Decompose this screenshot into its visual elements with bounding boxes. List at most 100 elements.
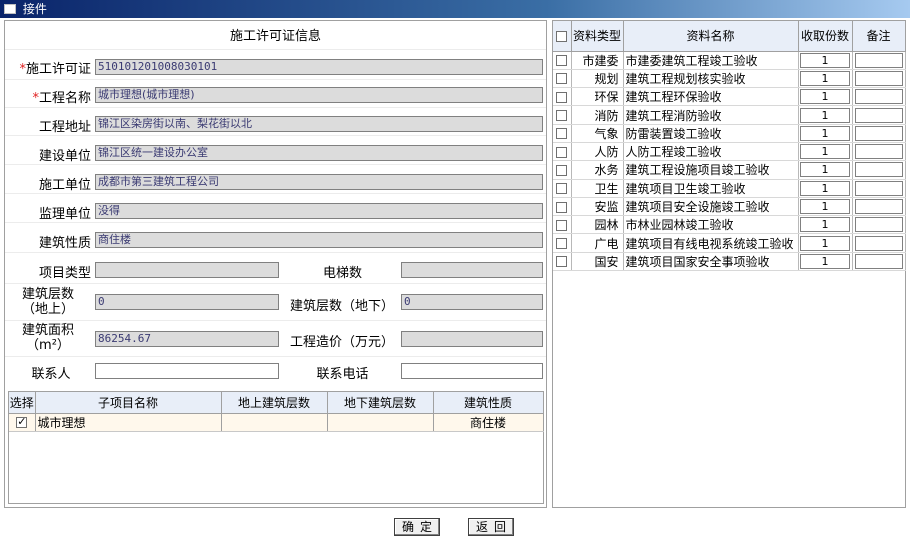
contact-input[interactable]	[95, 363, 279, 379]
row-select-cell[interactable]	[553, 69, 572, 89]
doc-name-cell: 建筑项目有线电视系统竣工验收	[623, 233, 799, 253]
row-select-cell[interactable]	[553, 142, 572, 162]
window-title: 接件	[22, 2, 47, 16]
row-checkbox[interactable]	[16, 415, 28, 428]
row-checkbox[interactable]	[556, 164, 568, 176]
doc-type-cell: 环保	[571, 87, 624, 107]
supervisor-field[interactable]: 没得	[95, 203, 543, 219]
count-input[interactable]: 1	[800, 107, 850, 123]
count-input[interactable]: 1	[800, 70, 850, 86]
col-doc-name: 资料名称	[623, 21, 799, 52]
doc-note-cell	[852, 179, 906, 198]
note-input[interactable]	[854, 162, 903, 178]
select-all-checkbox[interactable]	[556, 30, 568, 42]
table-row[interactable]: 园林 市林业园林竣工验收 1	[553, 215, 906, 235]
window-titlebar: 接件	[0, 0, 910, 18]
phone-input[interactable]	[401, 363, 543, 379]
project-address-label: 工程地址	[38, 120, 91, 135]
row-select-cell[interactable]	[553, 160, 572, 180]
row-checkbox[interactable]	[556, 219, 568, 231]
count-input[interactable]: 1	[800, 89, 850, 105]
row-checkbox[interactable]	[556, 183, 568, 195]
row-select-cell[interactable]	[553, 87, 572, 107]
table-row[interactable]: 城市理想 商住楼	[9, 413, 544, 432]
row-checkbox[interactable]	[556, 238, 568, 250]
note-input[interactable]	[854, 107, 903, 123]
row-checkbox[interactable]	[556, 256, 568, 268]
contact-label: 联系人	[31, 367, 71, 382]
building-nature-field[interactable]: 商住楼	[95, 232, 543, 248]
note-input[interactable]	[854, 199, 903, 215]
count-input[interactable]: 1	[800, 253, 850, 269]
table-row[interactable]: 人防 人防工程竣工验收 1	[553, 142, 906, 162]
area-label: 建筑面积（m²）	[21, 323, 74, 353]
row-select-cell[interactable]	[553, 124, 572, 143]
count-input[interactable]: 1	[800, 162, 850, 178]
row-checkbox[interactable]	[556, 110, 568, 122]
count-input[interactable]: 1	[800, 52, 850, 68]
note-input[interactable]	[854, 217, 903, 233]
row-select-cell[interactable]	[9, 413, 36, 432]
count-input[interactable]: 1	[800, 235, 850, 251]
row-checkbox[interactable]	[556, 201, 568, 213]
col-doc-type: 资料类型	[571, 21, 624, 52]
elevators-field[interactable]	[401, 262, 543, 278]
row-select-cell[interactable]	[553, 252, 572, 272]
row-select-cell[interactable]	[553, 105, 572, 125]
note-input[interactable]	[854, 144, 903, 160]
count-input[interactable]: 1	[800, 217, 850, 233]
count-input[interactable]: 1	[800, 144, 850, 160]
note-input[interactable]	[854, 253, 903, 269]
note-input[interactable]	[854, 125, 903, 141]
table-row[interactable]: 安监 建筑项目安全设施竣工验收 1	[553, 197, 906, 217]
table-row[interactable]: 水务 建筑工程设施项目竣工验收 1	[553, 160, 906, 180]
table-row[interactable]: 规划 建筑工程规划核实验收 1	[553, 69, 906, 89]
area-field[interactable]: 86254.67	[95, 331, 279, 347]
row-select-cell[interactable]	[553, 215, 572, 235]
window-icon	[4, 4, 16, 14]
row-select-cell[interactable]	[553, 179, 572, 198]
floors-above-field[interactable]: 0	[95, 294, 279, 310]
table-row[interactable]: 广电 建筑项目有线电视系统竣工验收 1	[553, 233, 906, 253]
divider	[5, 356, 546, 357]
note-input[interactable]	[854, 70, 903, 86]
count-input[interactable]: 1	[800, 125, 850, 141]
doc-name-cell: 建筑工程设施项目竣工验收	[623, 160, 799, 180]
row-checkbox[interactable]	[556, 146, 568, 158]
supervisor-label: 监理单位	[38, 207, 91, 222]
note-input[interactable]	[854, 180, 903, 196]
contractor-label: 施工单位	[38, 178, 91, 193]
permit-number-field[interactable]: 510101201008030101	[95, 59, 543, 75]
table-row[interactable]: 消防 建筑工程消防验收 1	[553, 105, 906, 125]
table-row[interactable]: 市建委 市建委建筑工程竣工验收 1	[553, 51, 906, 70]
doc-note-cell	[852, 69, 906, 89]
project-name-field[interactable]: 城市理想(城市理想)	[95, 87, 543, 103]
table-row[interactable]: 卫生 建筑项目卫生竣工验收 1	[553, 179, 906, 198]
developer-field[interactable]: 锦江区统一建设办公室	[95, 145, 543, 161]
row-checkbox[interactable]	[556, 128, 568, 140]
count-input[interactable]: 1	[800, 180, 850, 196]
row-checkbox[interactable]	[556, 55, 568, 67]
row-checkbox[interactable]	[556, 91, 568, 103]
row-select-cell[interactable]	[553, 51, 572, 70]
note-input[interactable]	[854, 89, 903, 105]
doc-type-cell: 人防	[571, 142, 624, 162]
table-row[interactable]: 气象 防雷装置竣工验收 1	[553, 124, 906, 143]
note-input[interactable]	[854, 235, 903, 251]
note-input[interactable]	[854, 52, 903, 68]
row-select-cell[interactable]	[553, 197, 572, 217]
project-type-field[interactable]	[95, 262, 279, 278]
row-checkbox[interactable]	[556, 73, 568, 85]
row-select-cell[interactable]	[553, 233, 572, 253]
count-input[interactable]: 1	[800, 199, 850, 215]
project-address-field[interactable]: 锦江区染房街以南、梨花街以北	[95, 116, 543, 132]
table-row[interactable]: 国安 建筑项目国家安全事项验收 1	[553, 252, 906, 272]
floors-below-field[interactable]: 0	[401, 294, 543, 310]
contractor-field[interactable]: 成都市第三建筑工程公司	[95, 174, 543, 190]
back-button[interactable]: 返回	[468, 518, 514, 536]
cost-field[interactable]	[401, 331, 543, 347]
table-row[interactable]: 环保 建筑工程环保验收 1	[553, 87, 906, 107]
cost-label: 工程造价（万元）	[289, 335, 394, 350]
select-all-cell[interactable]	[553, 21, 572, 52]
confirm-button[interactable]: 确定	[394, 518, 440, 536]
